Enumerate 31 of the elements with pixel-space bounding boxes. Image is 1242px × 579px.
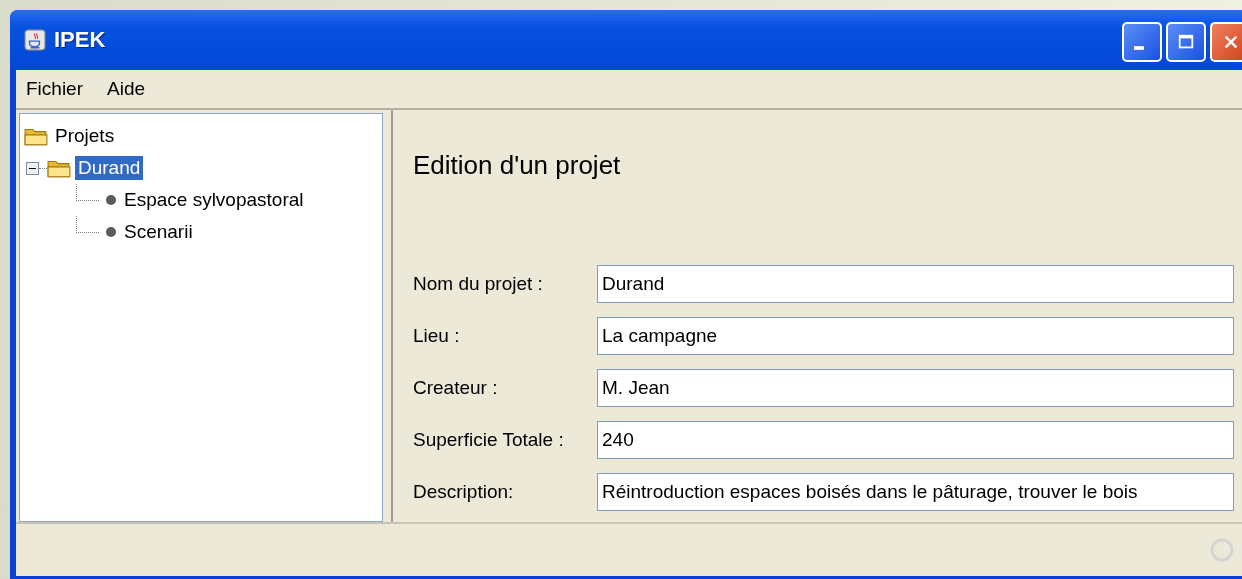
tree-item[interactable]: Durand <box>75 156 144 180</box>
maximize-icon <box>1177 33 1195 51</box>
text-field[interactable]: Réintroduction espaces boisés dans le pâturage, trouver le bois <box>597 473 1234 511</box>
minimize-icon <box>1134 46 1144 50</box>
window-title: IPEK <box>54 27 106 53</box>
close-icon <box>1222 33 1240 51</box>
field-label: Nom du projet : <box>413 273 544 295</box>
tree-item[interactable]: Projets <box>52 124 118 148</box>
ring-icon <box>1210 538 1234 562</box>
minimize-button[interactable] <box>1122 22 1162 62</box>
text-field[interactable]: M. Jean <box>597 369 1234 407</box>
menu-item[interactable]: Fichier <box>26 78 83 100</box>
collapse-toggle[interactable] <box>26 161 39 175</box>
maximize-button[interactable] <box>1166 22 1206 62</box>
field-label: Lieu : <box>413 325 461 347</box>
coffee-cup-icon <box>24 29 46 51</box>
form-title: Edition d'un projet <box>413 150 622 181</box>
text-field[interactable]: La campagne <box>597 317 1234 355</box>
menu-item[interactable]: Aide <box>107 78 146 100</box>
field-label: Description: <box>413 481 515 503</box>
field-label: Createur : <box>413 377 499 399</box>
tree-item[interactable]: Espace sylvopastoral <box>121 188 307 212</box>
field-label: Superficie Totale : <box>413 429 565 451</box>
folder-icon <box>47 158 71 178</box>
folder-icon <box>24 126 48 146</box>
close-button[interactable] <box>1210 22 1242 62</box>
leaf-dot-icon <box>105 194 117 206</box>
text-field[interactable]: Durand <box>597 265 1234 303</box>
text-field[interactable]: 240 <box>597 421 1234 459</box>
tree-item[interactable]: Scenarii <box>121 220 196 244</box>
leaf-dot-icon <box>105 226 117 238</box>
